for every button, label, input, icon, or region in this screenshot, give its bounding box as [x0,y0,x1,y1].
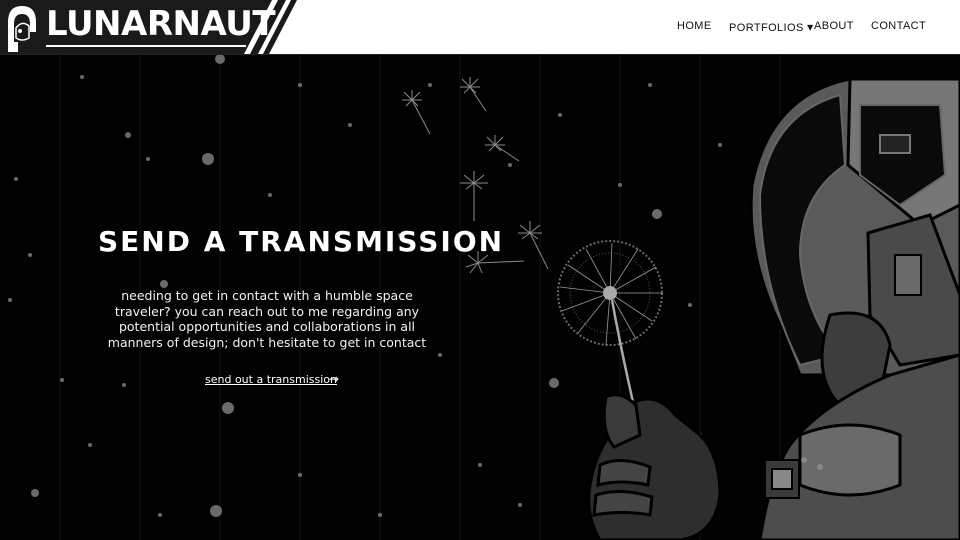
nav-portfolios[interactable]: PORTFOLIOS ▾ [729,20,814,34]
send-transmission-link[interactable]: send out a transmission [205,373,337,386]
site-header: LUNARNAUT HOME PORTFOLIOS ▾ ABOUT CONTAC… [0,0,960,55]
nav-portfolios-label: PORTFOLIOS [729,22,804,34]
hero-section: SEND A TRANSMISSION needing to get in co… [0,55,960,540]
intro-paragraph: needing to get in contact with a humble … [107,288,427,350]
dandelion [557,240,663,416]
arrow-right-icon[interactable]: → [329,372,339,386]
brand-name: LUNARNAUT [46,4,276,44]
astronaut-helmet-icon [2,2,42,58]
nav-about[interactable]: ABOUT [814,20,854,32]
brand-underline [46,45,246,47]
nav-contact[interactable]: CONTACT [871,20,926,32]
chevron-down-icon: ▾ [807,20,814,34]
astronaut-figure [587,77,960,540]
nav-home[interactable]: HOME [677,20,712,32]
page-title: SEND A TRANSMISSION [98,225,505,258]
logo[interactable]: LUNARNAUT [0,0,300,54]
